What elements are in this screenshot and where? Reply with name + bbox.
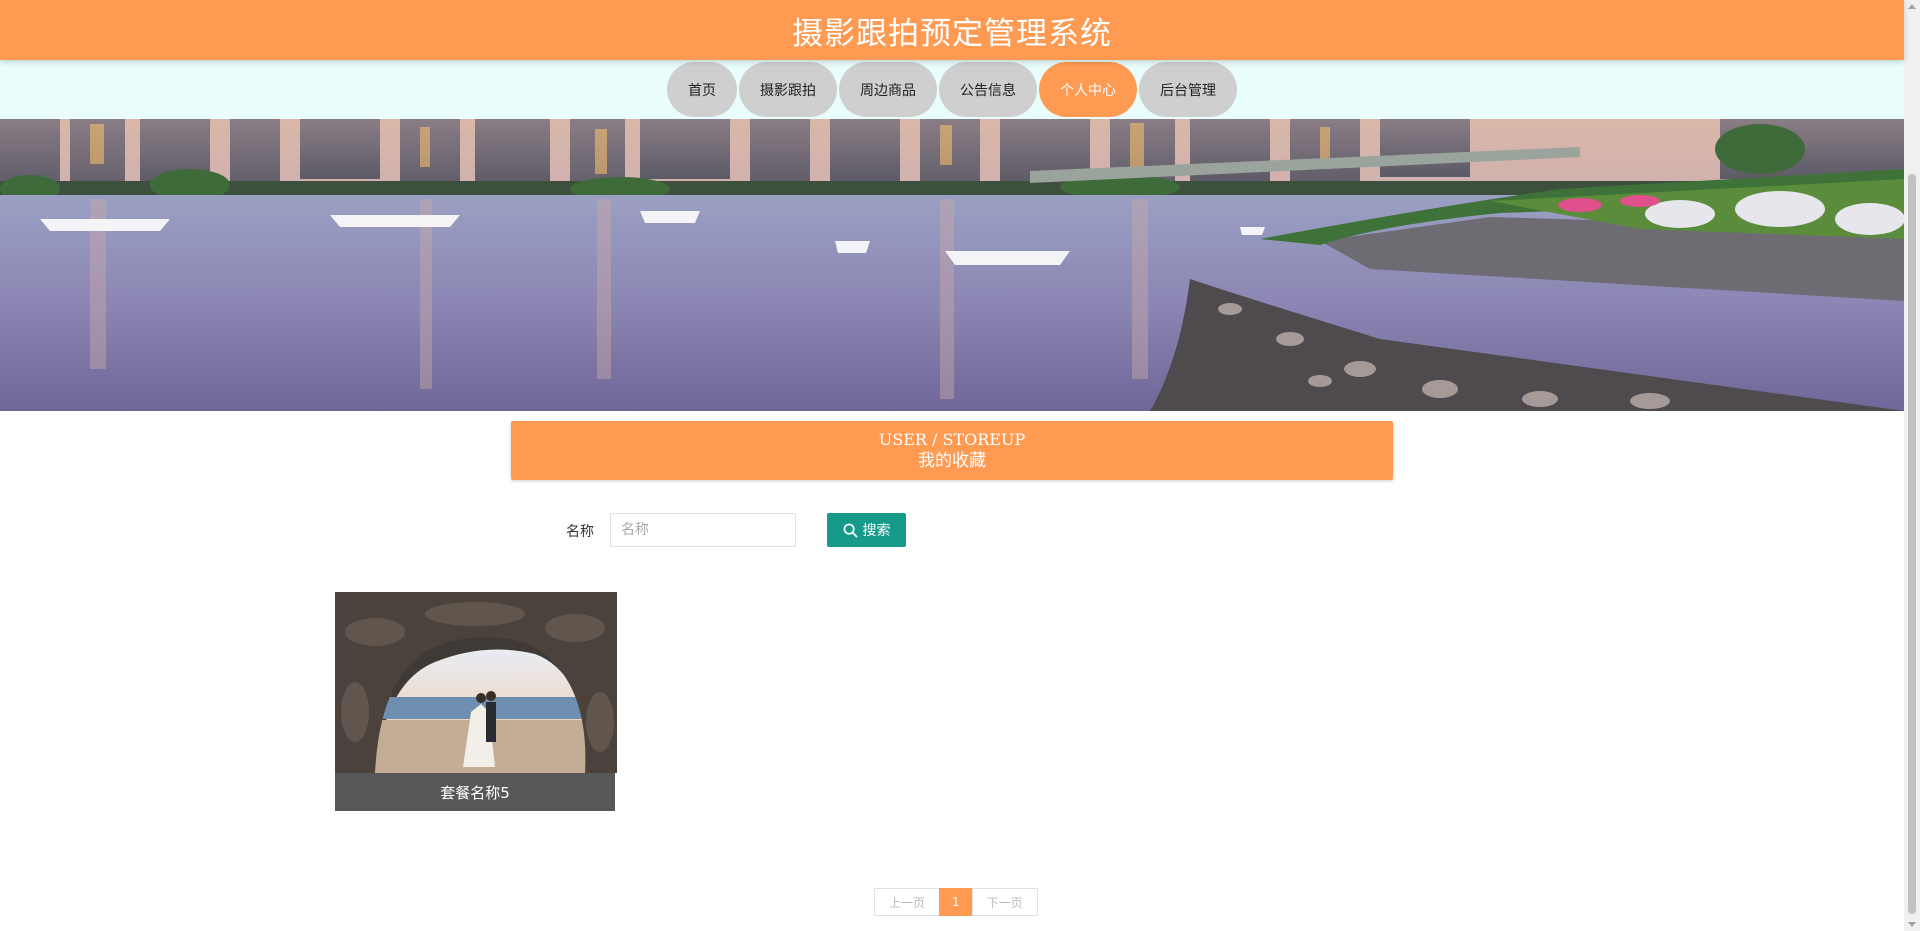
site-title: 摄影跟拍预定管理系统	[792, 15, 1112, 52]
item-photo	[335, 592, 617, 773]
item-caption: 套餐名称5	[335, 773, 615, 811]
section-title-cn: 我的收藏	[918, 450, 986, 471]
nav-item-personal-center[interactable]: 个人中心	[1039, 62, 1137, 117]
scroll-thumb[interactable]	[1908, 174, 1916, 914]
search-button-label: 搜索	[862, 523, 891, 539]
scrollbar[interactable]	[1904, 0, 1920, 931]
nav-item-announcements[interactable]: 公告信息	[939, 62, 1037, 117]
search-input[interactable]	[610, 513, 796, 547]
favorite-item-card[interactable]: 套餐名称5	[335, 592, 617, 811]
search-button[interactable]: 搜索	[827, 513, 906, 547]
nav-item-photography[interactable]: 摄影跟拍	[739, 62, 837, 117]
next-page-button[interactable]: 下一页	[971, 888, 1038, 916]
nav-item-admin[interactable]: 后台管理	[1139, 62, 1237, 117]
nav-item-home[interactable]: 首页	[667, 62, 737, 117]
main-nav: 首页 摄影跟拍 周边商品 公告信息 个人中心 后台管理	[0, 60, 1904, 119]
prev-page-button[interactable]: 上一页	[874, 888, 941, 916]
scroll-down-arrow-icon[interactable]	[1908, 922, 1916, 927]
scroll-up-arrow-icon[interactable]	[1908, 4, 1916, 9]
current-page[interactable]: 1	[939, 888, 973, 916]
search-label: 名称	[566, 524, 594, 540]
search-icon	[843, 523, 857, 537]
banner-carousel[interactable]	[0, 119, 1904, 411]
banner-image	[0, 119, 1904, 411]
nav-item-merchandise[interactable]: 周边商品	[839, 62, 937, 117]
site-header: 摄影跟拍预定管理系统	[0, 0, 1904, 60]
pagination: 上一页 1 下一页	[874, 888, 1038, 916]
section-title-en: USER / STOREUP	[878, 429, 1026, 449]
section-header: USER / STOREUP 我的收藏	[511, 421, 1393, 480]
